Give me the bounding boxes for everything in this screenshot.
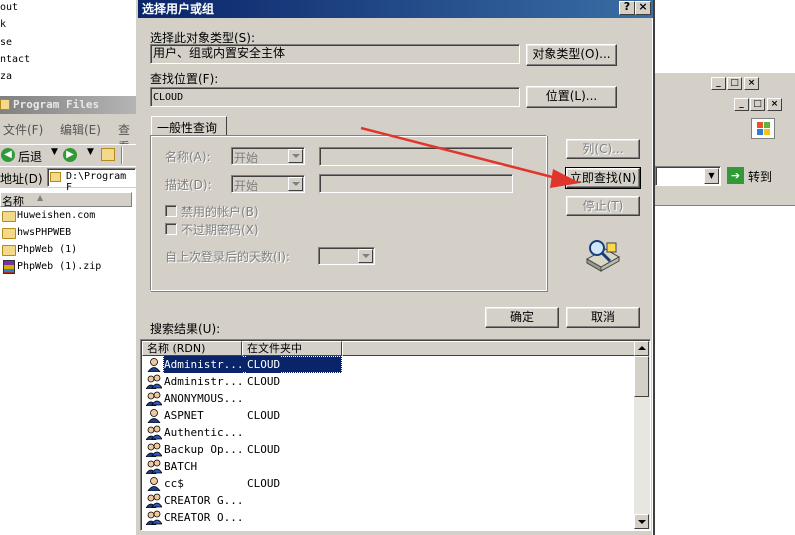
annotation-arrow	[360, 126, 580, 188]
